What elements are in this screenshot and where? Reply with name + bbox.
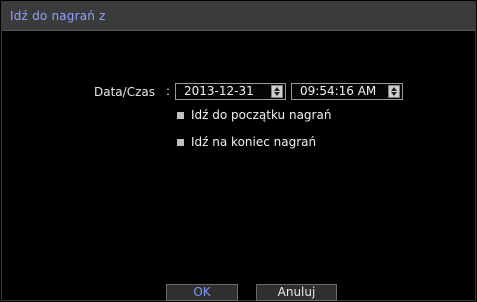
dialog-title: Idź do nagrań z	[10, 9, 106, 23]
spinner-down-icon[interactable]	[274, 92, 280, 96]
option-label: Idź do początku nagrań	[191, 108, 332, 122]
cancel-button[interactable]: Anuluj	[256, 284, 337, 301]
option-checkbox[interactable]	[177, 112, 184, 119]
goto-recording-dialog: Idź do nagrań z Data/Czas : 2013-12-31 0…	[1, 1, 476, 301]
spinner-up-icon[interactable]	[391, 87, 397, 91]
time-value: 09:54:16 AM	[300, 84, 377, 98]
option-checkbox[interactable]	[177, 139, 184, 146]
time-field[interactable]: 09:54:16 AM	[291, 83, 403, 100]
option-label: Idź na koniec nagrań	[191, 135, 317, 149]
spinner-down-icon[interactable]	[391, 92, 397, 96]
option-go-to-end[interactable]: Idź na koniec nagrań	[177, 135, 377, 151]
date-spinner[interactable]	[271, 85, 283, 98]
dialog-titlebar: Idź do nagrań z	[2, 2, 475, 31]
date-value: 2013-12-31	[184, 84, 254, 98]
time-spinner[interactable]	[388, 85, 400, 98]
ok-button[interactable]: OK	[166, 284, 238, 301]
datetime-label: Data/Czas	[94, 85, 155, 99]
option-go-to-start[interactable]: Idź do początku nagrań	[177, 108, 377, 124]
date-field[interactable]: 2013-12-31	[175, 83, 286, 100]
spinner-up-icon[interactable]	[274, 87, 280, 91]
datetime-separator: :	[166, 84, 171, 98]
